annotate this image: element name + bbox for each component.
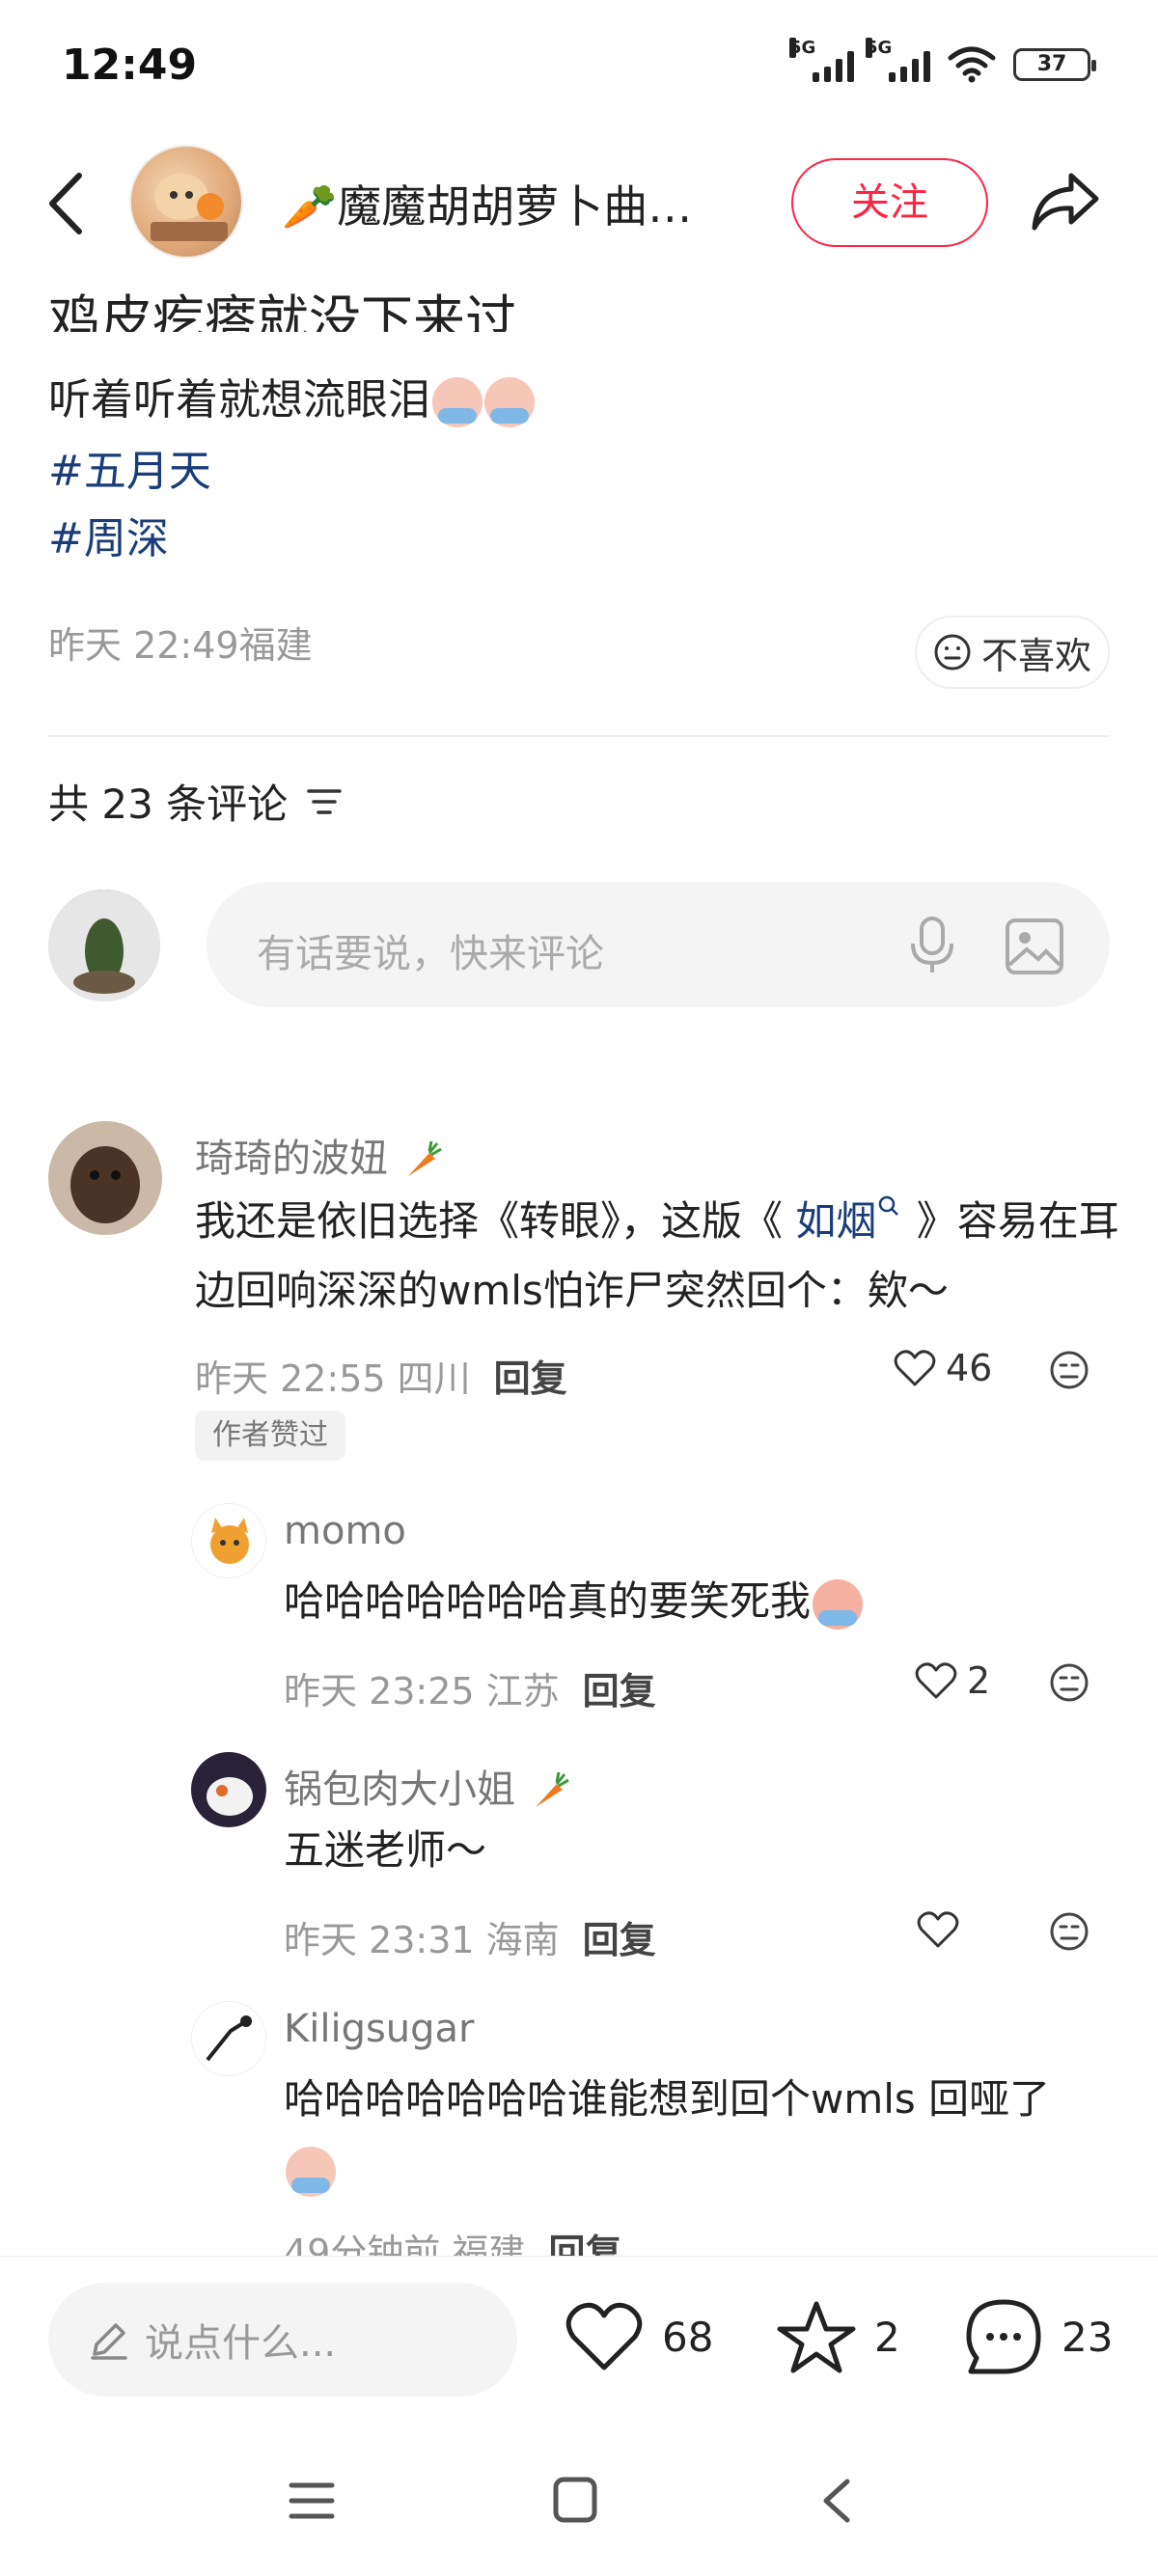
comment-time: 昨天 22:55 四川	[195, 1357, 471, 1400]
reply-meta: 昨天 23:25 江苏 回复	[284, 1661, 656, 1714]
comment-count-label: 共 23 条评论	[48, 781, 289, 828]
comment-count: 共 23 条评论	[48, 772, 344, 831]
like-count: 68	[662, 2313, 714, 2361]
heart-icon[interactable]	[894, 1349, 936, 1387]
comment-author-name: 琦琦的波妞	[195, 1137, 388, 1181]
menu-icon[interactable]	[288, 2480, 336, 2522]
laughing-emoji-icon	[813, 1578, 864, 1630]
search-icon[interactable]	[876, 1193, 903, 1220]
comment-button[interactable]: 23	[963, 2296, 1113, 2377]
dislike-button[interactable]: 不喜欢	[915, 616, 1110, 689]
post-text-content: 听着听着就想流眼泪	[48, 375, 430, 425]
heart-icon[interactable]	[917, 1910, 959, 1949]
reply-author-name: 锅包肉大小姐	[284, 1768, 515, 1812]
author-avatar[interactable]	[129, 145, 243, 259]
reply-like[interactable]: 2	[915, 1659, 990, 1702]
dislike-face-icon[interactable]	[1048, 1910, 1090, 1953]
post-meta: 昨天 22:49福建	[48, 624, 313, 667]
comment-input[interactable]: 有话要说，快来评论	[207, 882, 1110, 1007]
reply-avatar[interactable]	[191, 1503, 266, 1578]
like-count: 2	[967, 1659, 991, 1702]
comment-input-placeholder: 有话要说，快来评论	[257, 932, 604, 976]
network-type: 5G	[789, 38, 816, 58]
comment-meta: 昨天 22:55 四川 回复	[195, 1349, 567, 1402]
comment-text-part: 我还是依旧选择《转眼》，这版《	[195, 1197, 796, 1245]
carrot-icon	[535, 1771, 569, 1807]
status-time: 12:49	[62, 41, 198, 90]
pencil-icon	[91, 2323, 127, 2360]
chat-bubble-icon[interactable]	[963, 2296, 1044, 2377]
author-liked-badge: 作者赞过	[195, 1411, 345, 1461]
reply-text-content: 哈哈哈哈哈哈哈真的要笑死我	[284, 1577, 812, 1625]
reply-button[interactable]: 回复	[583, 1919, 656, 1961]
post-text-clipped: 鸡皮疙瘩就没下来过	[48, 289, 517, 332]
post-text: 听着听着就想流眼泪	[48, 365, 535, 427]
star-count: 2	[874, 2313, 900, 2361]
reply-text: 哈哈哈哈哈哈哈真的要笑死我	[284, 1567, 864, 1636]
hashtag-zhoushen[interactable]: #周深	[48, 504, 169, 565]
reply-avatar[interactable]	[191, 2001, 266, 2076]
reply-button[interactable]: 回复	[548, 2232, 621, 2258]
system-back-icon[interactable]	[818, 2476, 855, 2526]
neutral-face-icon	[934, 634, 971, 671]
reply-text: 五迷老师～	[284, 1826, 487, 1874]
status-icons: 5G 5G 37	[789, 38, 1096, 83]
author-name[interactable]: 🥕魔魔胡胡萝卜曲…	[282, 172, 692, 235]
reply-text: 哈哈哈哈哈哈哈谁能想到回个wmls 回哑了	[284, 2065, 1114, 2204]
song-link[interactable]: 如烟	[795, 1197, 876, 1245]
collect-button[interactable]: 2	[776, 2298, 900, 2375]
reply-avatar[interactable]	[191, 1752, 266, 1827]
wifi-icon	[948, 46, 996, 83]
reply-text-content: 哈哈哈哈哈哈哈谁能想到回个wmls 回哑了	[284, 2075, 1051, 2123]
reply-meta: 49分钟前 福建 回复	[284, 2223, 621, 2258]
hashtag-wuyuetian[interactable]: #五月天	[48, 436, 211, 498]
reply-button[interactable]: 回复	[494, 1357, 567, 1400]
follow-button[interactable]: 关注	[791, 158, 988, 247]
reply-time: 49分钟前 福建	[284, 2232, 526, 2258]
home-icon[interactable]	[552, 2476, 598, 2524]
say-something-input[interactable]: 说点什么...	[48, 2283, 517, 2397]
like-count: 46	[946, 1347, 993, 1389]
back-icon[interactable]	[42, 170, 91, 237]
reply-button[interactable]: 回复	[583, 1670, 656, 1713]
reply-time: 昨天 23:25 江苏	[284, 1670, 560, 1713]
divider	[48, 735, 1110, 737]
comment-text: 我还是依旧选择《转眼》，这版《 如烟 》容易在耳边回响深深的wmls怕诈尸突然回…	[195, 1187, 1121, 1326]
crying-emoji-icon	[484, 377, 535, 427]
reply-time: 昨天 23:31 海南	[284, 1919, 560, 1961]
signal-icon: 5G	[789, 38, 854, 82]
comment-author[interactable]: 琦琦的波妞	[195, 1127, 443, 1183]
carrot-icon	[407, 1140, 442, 1176]
comment-like[interactable]: 46	[894, 1347, 992, 1389]
like-button[interactable]: 68	[564, 2300, 713, 2373]
say-placeholder: 说点什么...	[145, 2321, 337, 2366]
star-icon[interactable]	[776, 2298, 857, 2375]
microphone-icon[interactable]	[903, 915, 961, 976]
signal-icon-2: 5G	[866, 38, 930, 82]
network-type-2: 5G	[866, 38, 893, 58]
dislike-label: 不喜欢	[980, 634, 1091, 677]
crying-emoji-icon	[432, 377, 482, 427]
reply-author[interactable]: 锅包肉大小姐	[284, 1758, 570, 1814]
reply-author[interactable]: momo	[284, 1509, 406, 1553]
battery-icon: 37	[1013, 48, 1096, 81]
reply-meta: 昨天 23:31 海南 回复	[284, 1910, 656, 1963]
dislike-face-icon[interactable]	[1048, 1349, 1090, 1391]
share-icon[interactable]	[1029, 168, 1102, 235]
heart-icon[interactable]	[915, 1661, 957, 1700]
comment-count-bottom: 23	[1062, 2313, 1114, 2361]
sort-icon[interactable]	[305, 785, 344, 818]
reply-author[interactable]: Kiligsugar	[284, 2007, 475, 2051]
image-icon[interactable]	[1004, 917, 1065, 976]
commenter-avatar[interactable]	[48, 1121, 162, 1235]
crying-emoji-icon	[286, 2146, 336, 2197]
dislike-face-icon[interactable]	[1048, 1661, 1090, 1704]
heart-icon[interactable]	[564, 2300, 645, 2373]
my-avatar	[48, 890, 160, 1001]
